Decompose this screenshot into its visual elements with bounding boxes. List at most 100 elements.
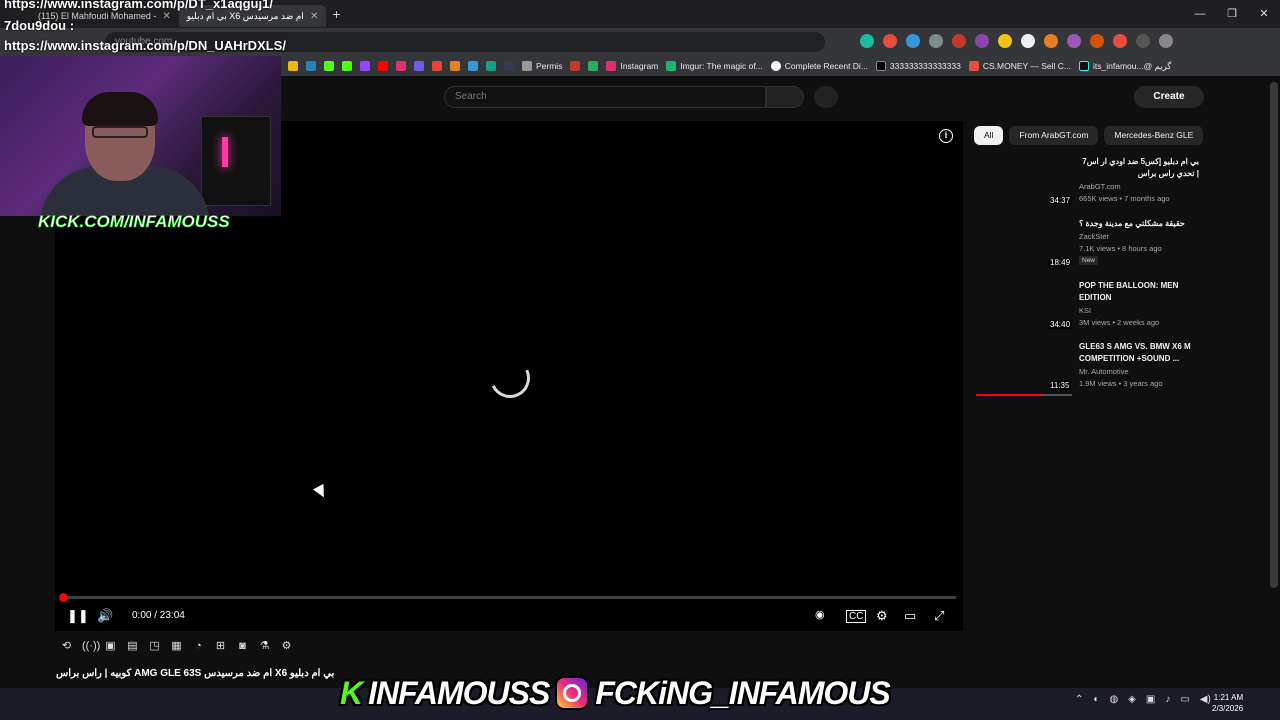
video-title[interactable]: حقيقة مشكلتي مع مدينة وجدة ؟	[1079, 218, 1199, 230]
flask-icon[interactable]: ⚗	[258, 640, 271, 653]
channel-name[interactable]: ArabGT.com	[1079, 182, 1121, 191]
bookmark-csmoney[interactable]: CS.MONEY — Sell C...	[968, 61, 1071, 71]
clock[interactable]: 1:21 AM 2/3/2026	[1212, 692, 1243, 714]
progress-bar[interactable]	[59, 593, 956, 602]
instagram-icon	[555, 676, 590, 710]
extension-icon[interactable]	[860, 34, 874, 48]
puzzle-icon[interactable]	[1136, 34, 1150, 48]
extension-icon[interactable]	[1113, 34, 1127, 48]
extension-icon[interactable]	[1021, 34, 1035, 48]
chip-all[interactable]: All	[974, 126, 1004, 145]
bookmark-icon[interactable]	[570, 61, 581, 71]
video-meta: 1.9M views • 3 years ago	[1079, 379, 1163, 388]
gear-icon[interactable]: ⚙	[280, 640, 293, 653]
video-title[interactable]: بي ام دبليو إكس5 ضد اودي ار اس7 | تحدي ر…	[1079, 156, 1199, 180]
recommendation-item[interactable]: 34:37 بي ام دبليو إكس5 ضد اودي ار اس7 | …	[976, 156, 1276, 216]
new-tab-icon[interactable]: +	[332, 6, 340, 22]
channel-name[interactable]: KSI	[1079, 306, 1091, 315]
extensions-area	[860, 34, 1173, 48]
settings-icon[interactable]: ⚙	[876, 608, 888, 624]
channel-name[interactable]: ZackSter	[1079, 232, 1109, 241]
bookmark-permis[interactable]: Permis	[522, 61, 562, 71]
minimize-icon[interactable]: —	[1184, 0, 1216, 28]
extension-icon[interactable]	[1044, 34, 1058, 48]
bookmark-x[interactable]: 333333333333333	[875, 61, 961, 71]
autoplay-toggle-icon[interactable]: ◉	[815, 608, 825, 621]
picture-in-picture-icon[interactable]: ◳	[148, 640, 161, 653]
kick-icon[interactable]	[324, 61, 334, 71]
twitch-icon[interactable]	[360, 61, 370, 71]
bookmark-icon[interactable]	[450, 61, 460, 71]
instagram-icon[interactable]	[396, 61, 406, 71]
app-icon[interactable]: ▣	[1146, 694, 1155, 705]
extension-icon[interactable]	[906, 34, 920, 48]
extension-icon[interactable]	[998, 34, 1012, 48]
mic-icon[interactable]	[814, 86, 838, 108]
bookmark-icon[interactable]	[588, 61, 599, 71]
binance-icon[interactable]	[288, 61, 298, 71]
bookmark-icon[interactable]	[468, 61, 478, 71]
bookmark-tiktok[interactable]: its_infamou...@ گريم	[1079, 61, 1171, 72]
extension-icon[interactable]	[952, 34, 966, 48]
recommendation-item[interactable]: 34:40 POP THE BALLOON: MEN EDITION KSI 3…	[976, 280, 1276, 340]
extension-icon[interactable]	[1067, 34, 1081, 48]
restore-icon[interactable]: ❐	[1216, 0, 1248, 28]
imgur-icon	[666, 61, 677, 71]
info-icon[interactable]: i	[939, 129, 953, 143]
pause-icon[interactable]: ❚❚	[67, 608, 89, 624]
extension-icon[interactable]	[975, 34, 989, 48]
create-button[interactable]: Create	[1134, 86, 1204, 108]
app-icon[interactable]: ◈	[1128, 694, 1136, 705]
scrubber-handle[interactable]	[59, 593, 68, 602]
chevron-up-icon[interactable]: ⌃	[1075, 694, 1083, 705]
bookmark-icon[interactable]	[306, 61, 316, 71]
screen-icon[interactable]: ▣	[104, 640, 117, 653]
bookmark-github[interactable]: Complete Recent Di...	[770, 61, 868, 71]
loop-icon[interactable]: ⟲	[60, 640, 73, 653]
frame-icon[interactable]: ▦	[170, 640, 183, 653]
video-title[interactable]: POP THE BALLOON: MEN EDITION	[1079, 280, 1199, 304]
broadcast-icon[interactable]: ((·))	[82, 640, 100, 653]
captions-icon[interactable]: CC	[846, 610, 867, 623]
discord-icon[interactable]: ◍	[1109, 694, 1118, 705]
bookmark-instagram[interactable]: Instagram	[606, 61, 658, 71]
recommendation-item[interactable]: 18:49 حقيقة مشكلتي مع مدينة وجدة ؟ ZackS…	[976, 218, 1276, 278]
speed-icon[interactable]: ◔	[192, 640, 205, 653]
gmail-icon[interactable]	[432, 61, 442, 71]
extension-icon[interactable]	[1090, 34, 1104, 48]
bookmark-icon[interactable]	[486, 61, 496, 71]
channel-name[interactable]: Mr. Automotive	[1079, 367, 1129, 376]
camera-icon[interactable]: ◙	[236, 640, 249, 653]
video-title[interactable]: GLE63 S AMG VS. BMW X6 M COMPETITION +SO…	[1079, 341, 1199, 365]
search-input[interactable]: Search	[444, 86, 766, 108]
duration-badge: 34:37	[1048, 196, 1073, 205]
bookmark-icon[interactable]	[504, 61, 514, 71]
kick-icon[interactable]	[342, 61, 352, 71]
kick-handle: KICK.COM/INFAMOUSS	[38, 212, 230, 232]
add-icon[interactable]: ⊞	[214, 640, 227, 653]
volume-icon[interactable]: ◀)	[1200, 694, 1211, 705]
extension-icon[interactable]	[929, 34, 943, 48]
chip-mercedes[interactable]: Mercedes-Benz GLE	[1104, 126, 1204, 145]
chip-from-channel[interactable]: From ArabGT.com	[1009, 126, 1099, 145]
volume-icon[interactable]: 🔊	[97, 608, 113, 624]
mic-icon[interactable]: ♪	[1165, 694, 1170, 705]
duration-badge: 34:40	[1048, 320, 1073, 329]
clip-icon[interactable]: ▤	[126, 640, 139, 653]
close-icon[interactable]: ✕	[162, 11, 170, 22]
extension-icon[interactable]	[883, 34, 897, 48]
close-icon[interactable]: ✕	[310, 11, 318, 22]
app-icon[interactable]: ◐	[1093, 694, 1099, 705]
search-button[interactable]	[766, 86, 804, 108]
recommendation-item[interactable]: 11:35 GLE63 S AMG VS. BMW X6 M COMPETITI…	[976, 341, 1276, 401]
theater-mode-icon[interactable]: ▭	[904, 608, 916, 624]
bookmark-imgur[interactable]: Imgur: The magic of...	[666, 61, 763, 71]
close-window-icon[interactable]: ✕	[1248, 0, 1280, 28]
display-icon[interactable]: ▭	[1180, 694, 1189, 705]
profile-icon[interactable]	[1159, 34, 1173, 48]
bookmark-icon[interactable]	[414, 61, 424, 71]
scrollbar[interactable]	[1270, 82, 1278, 588]
fullscreen-icon[interactable]: ⤢	[934, 608, 944, 624]
youtube-icon[interactable]	[378, 61, 388, 71]
duration-badge: 18:49	[1048, 258, 1073, 267]
